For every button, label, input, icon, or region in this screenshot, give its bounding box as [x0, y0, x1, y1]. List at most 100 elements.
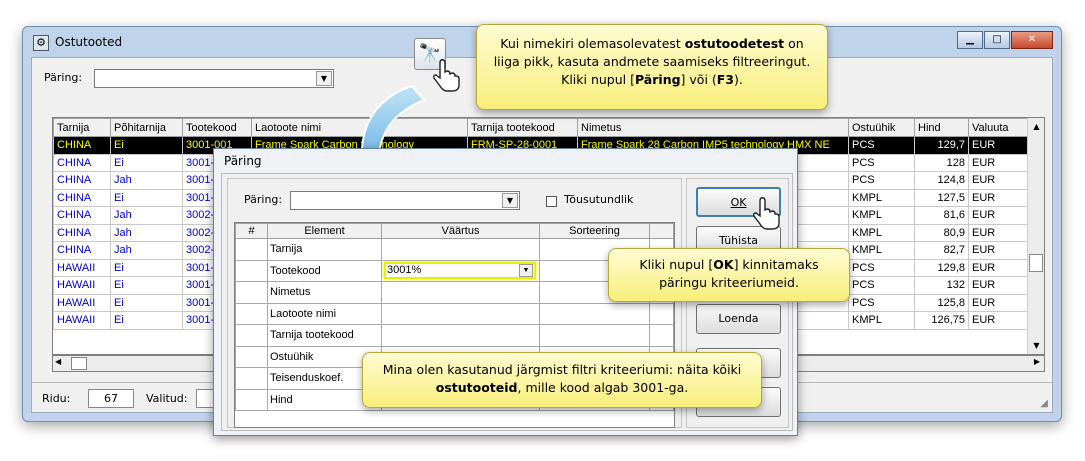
- criteria-extra: [649, 324, 674, 347]
- column-header[interactable]: Tootekood: [182, 118, 252, 137]
- rows-label: Ridu:: [42, 392, 71, 405]
- row-number: [235, 388, 268, 411]
- criteria-element: Tarnija: [267, 238, 382, 261]
- row-number: [235, 367, 268, 390]
- callout-bold: Päring: [634, 72, 681, 87]
- row-number: [235, 238, 268, 261]
- table-cell: EUR: [968, 293, 1029, 312]
- row-number: [235, 324, 268, 347]
- table-cell: EUR: [968, 276, 1029, 295]
- criteria-sort[interactable]: [539, 324, 650, 347]
- criteria-value[interactable]: [381, 302, 540, 325]
- criteria-value[interactable]: [381, 324, 540, 347]
- table-cell: 128: [914, 153, 969, 172]
- table-cell: 80,9: [914, 223, 969, 242]
- table-cell: EUR: [968, 258, 1029, 277]
- scroll-up-icon[interactable]: ▲: [1028, 118, 1044, 135]
- chevron-down-icon[interactable]: ▼: [316, 71, 332, 86]
- hand-pointer-icon: [753, 197, 780, 230]
- resize-grip-icon[interactable]: ◢: [1040, 398, 1048, 409]
- minimize-button[interactable]: ▁: [957, 31, 983, 49]
- column-header[interactable]: Tarnija: [53, 118, 111, 137]
- callout-filter-hint: Mina olen kasutanud järgmist filtri krit…: [362, 352, 762, 408]
- scroll-right-icon[interactable]: ▶: [1034, 357, 1040, 366]
- vertical-scrollbar[interactable]: ▲ ▼: [1027, 118, 1044, 354]
- close-button[interactable]: ✕: [1011, 31, 1053, 49]
- criteria-value[interactable]: 3001% ▼: [381, 259, 540, 282]
- ascending-checkbox[interactable]: [546, 196, 557, 207]
- table-cell: Jah: [110, 241, 183, 260]
- maximize-button[interactable]: □: [984, 31, 1010, 49]
- table-cell: KMPL: [848, 188, 915, 207]
- criteria-value[interactable]: [381, 238, 540, 261]
- criteria-row[interactable]: Tarnija tootekood: [235, 324, 674, 347]
- table-cell: EUR: [968, 311, 1029, 330]
- callout-bold: OK: [713, 257, 734, 272]
- scroll-thumb[interactable]: [1029, 254, 1043, 272]
- table-cell: PCS: [848, 171, 915, 190]
- criteria-column-button[interactable]: [649, 223, 674, 239]
- table-cell: Ei: [110, 153, 183, 172]
- column-header[interactable]: Hind: [914, 118, 969, 137]
- chevron-down-icon[interactable]: ▼: [519, 264, 533, 278]
- criteria-column-header: Element: [267, 223, 382, 239]
- criteria-element: Nimetus: [267, 281, 382, 304]
- scroll-down-icon[interactable]: ▼: [1028, 337, 1044, 354]
- table-cell: 81,6: [914, 206, 969, 225]
- column-header[interactable]: Tarnija tootekood: [467, 118, 578, 137]
- criteria-value[interactable]: [381, 281, 540, 304]
- table-cell: Ei: [110, 311, 183, 330]
- table-cell: HAWAII: [53, 293, 111, 312]
- table-cell: PCS: [848, 136, 915, 155]
- table-cell: EUR: [968, 153, 1029, 172]
- table-cell: PCS: [848, 258, 915, 277]
- query-select[interactable]: ▼: [94, 69, 334, 88]
- column-header[interactable]: Nimetus: [577, 118, 849, 137]
- chevron-down-icon[interactable]: ▼: [502, 193, 518, 208]
- list-button[interactable]: Loenda: [696, 304, 781, 334]
- table-cell: CHINA: [53, 223, 111, 242]
- rows-count: 67: [88, 389, 134, 408]
- row-number: [235, 259, 268, 282]
- table-cell: Jah: [110, 223, 183, 242]
- criteria-element: Tarnija tootekood: [267, 324, 382, 347]
- dialog-query-select[interactable]: ▼: [290, 191, 520, 210]
- criteria-extra: [649, 302, 674, 325]
- column-header[interactable]: Põhitarnija: [110, 118, 183, 137]
- column-header[interactable]: Valuuta: [968, 118, 1029, 137]
- criteria-column-header: Sorteering: [539, 223, 650, 239]
- table-cell: Ei: [110, 293, 183, 312]
- criteria-row[interactable]: Laotoote nimi: [235, 302, 674, 325]
- table-cell: EUR: [968, 206, 1029, 225]
- callout-text: Kui nimekiri olemasolevatest: [500, 36, 685, 51]
- callout-bold: F3: [716, 72, 735, 87]
- table-cell: 82,7: [914, 241, 969, 260]
- table-cell: HAWAII: [53, 311, 111, 330]
- table-cell: PCS: [848, 293, 915, 312]
- table-cell: 126,75: [914, 311, 969, 330]
- callout-ok-hint: Kliki nupul [OK] kinnitamaks päringu kri…: [608, 248, 850, 302]
- table-cell: EUR: [968, 188, 1029, 207]
- table-cell: EUR: [968, 223, 1029, 242]
- table-cell: 124,8: [914, 171, 969, 190]
- scroll-left-icon[interactable]: ◀: [55, 357, 61, 366]
- hscroll-thumb[interactable]: [71, 357, 87, 370]
- table-cell: CHINA: [53, 206, 111, 225]
- row-number: [235, 302, 268, 325]
- ascending-label: Tõusutundlik: [564, 193, 634, 206]
- table-cell: CHINA: [53, 136, 111, 155]
- table-cell: Jah: [110, 206, 183, 225]
- criteria-value-text: 3001%: [387, 264, 422, 277]
- criteria-element: Laotoote nimi: [267, 302, 382, 325]
- table-cell: KMPL: [848, 241, 915, 260]
- query-label: Päring:: [44, 71, 83, 84]
- callout-text: Mina olen kasutanud järgmist filtri krit…: [382, 362, 742, 377]
- criteria-value-select[interactable]: 3001% ▼: [384, 262, 536, 280]
- criteria-sort[interactable]: [539, 302, 650, 325]
- table-cell: CHINA: [53, 241, 111, 260]
- table-cell: Ei: [110, 136, 183, 155]
- table-cell: Jah: [110, 171, 183, 190]
- column-header[interactable]: Ostuühik: [848, 118, 915, 137]
- callout-text: ).: [734, 72, 743, 87]
- table-cell: EUR: [968, 241, 1029, 260]
